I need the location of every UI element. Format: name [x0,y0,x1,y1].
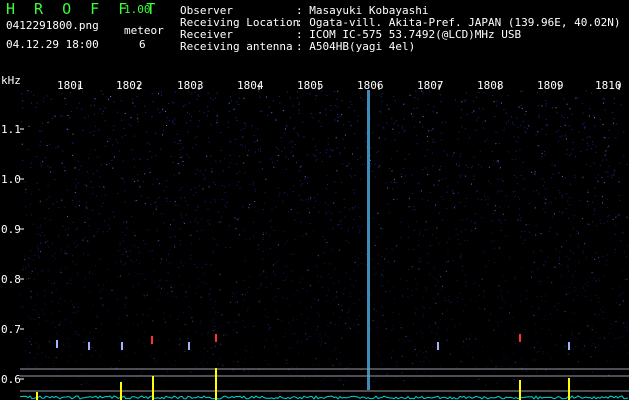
y-unit-label: kHz [1,74,21,87]
y-tick-label: 0.9 [1,223,21,236]
y-tick-label: 1.1 [1,123,21,136]
antenna-value: : A504HB(yagi 4el) [296,40,416,53]
y-tick-label: 1.0 [1,173,21,186]
x-tick-label: 1806 [357,79,384,92]
meteor-label: meteor [124,24,164,37]
x-tick-label: 1802 [116,79,143,92]
x-tick-label: 1805 [297,79,324,92]
antenna-key: Receiving antenna [180,40,293,53]
x-tick-label: 1810 [595,79,622,92]
x-tick-label: 1809 [537,79,564,92]
y-tick-label: 0.6 [1,373,21,386]
spectrogram-plot: kHz 1.1 1.0 0.9 0.8 0.7 0.6 1801 1802 18… [1,74,629,400]
y-tick-label: 0.7 [1,323,21,336]
x-tick-label: 1808 [477,79,504,92]
x-tick-label: 1807 [417,79,444,92]
x-tick-label: 1804 [237,79,264,92]
file-name: 0412291800.png [6,19,99,32]
meteor-count: 6 [139,38,146,51]
app-version: 1.00 [124,3,151,16]
x-tick-label: 1801 [57,79,84,92]
file-datetime: 04.12.29 18:00 [6,38,99,51]
y-tick-label: 0.8 [1,273,21,286]
carrier-line [367,90,370,390]
x-tick-label: 1803 [177,79,204,92]
